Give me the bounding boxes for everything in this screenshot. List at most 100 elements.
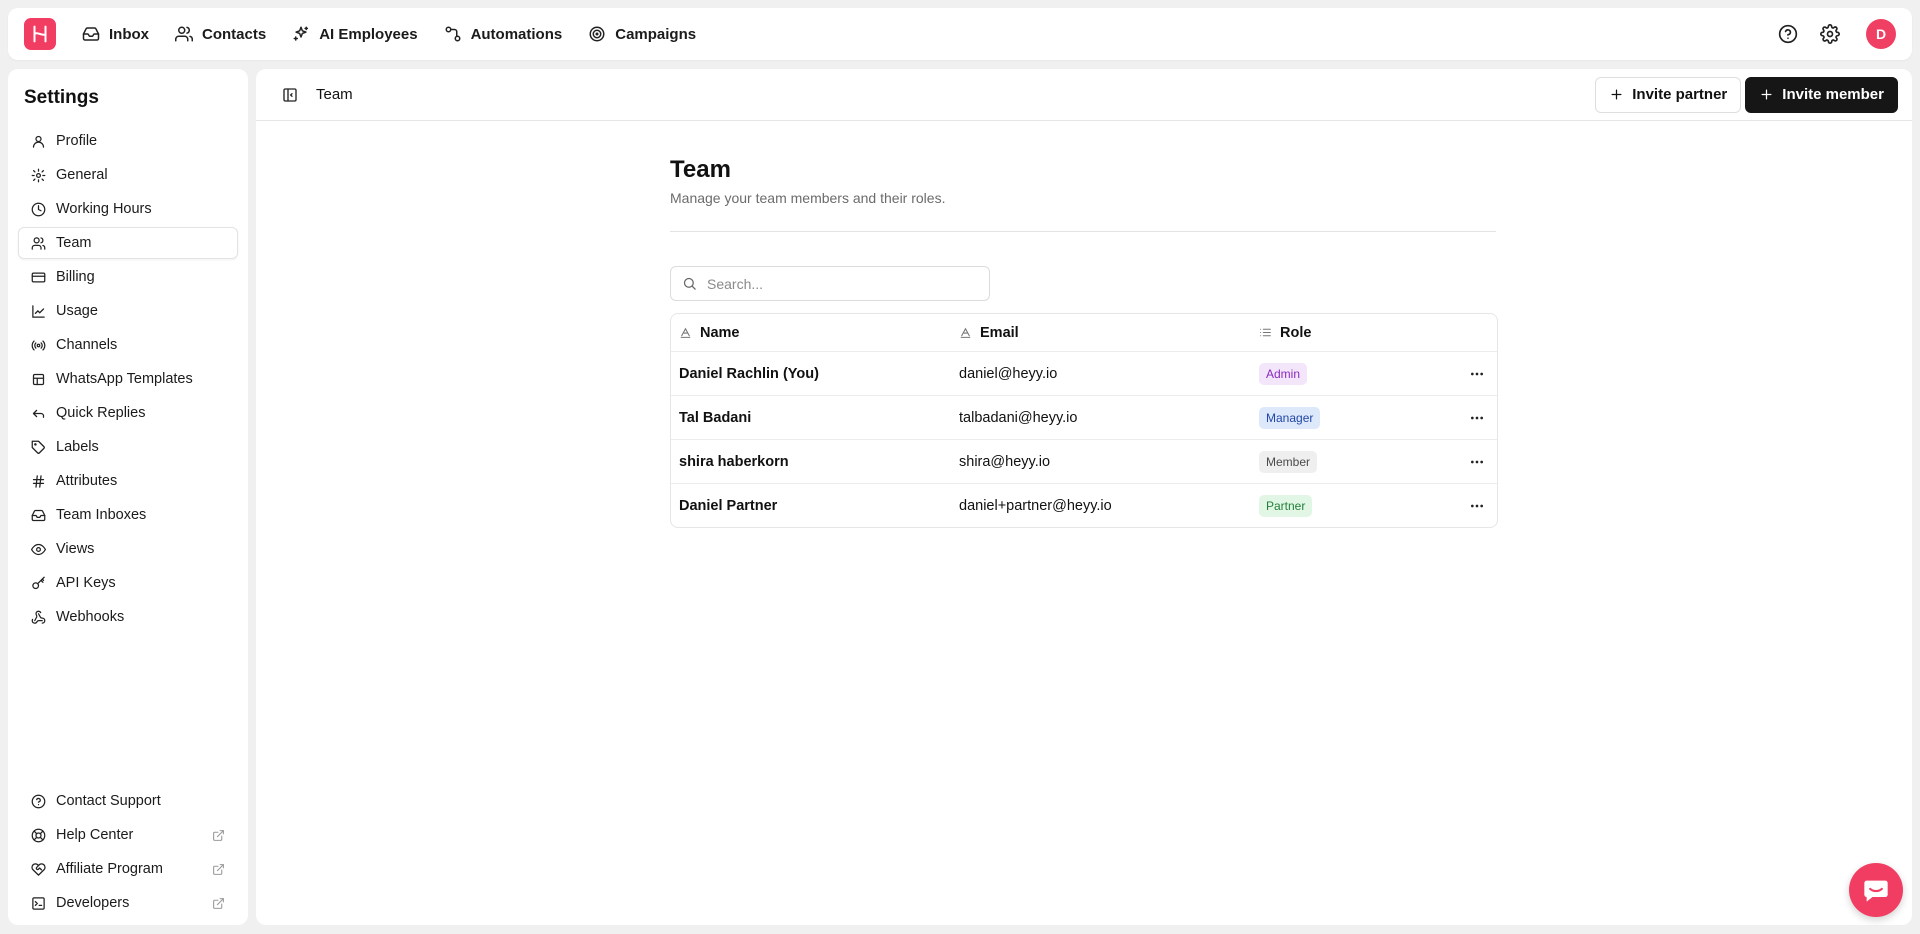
external-link-icon [213,897,224,909]
sparkles-icon [293,26,309,41]
table-row[interactable]: Daniel Rachlin (You) daniel@heyy.io Admi… [671,351,1497,395]
members-table: Name Email Role Daniel Rachlin (You) dan… [670,313,1498,528]
user-avatar[interactable]: D [1866,19,1896,49]
sidebar-item-contact-support[interactable]: Contact Support [18,785,238,817]
sidebar-item-general[interactable]: General [18,159,238,191]
more-horizontal-icon [1471,416,1483,419]
column-label: Name [700,324,740,341]
app-logo[interactable] [24,18,56,50]
gear-icon [31,168,46,182]
sidebar-item-label: Contact Support [56,793,161,809]
breadcrumb-current: Team [316,86,353,103]
row-actions-button[interactable] [1457,366,1497,382]
nav-contacts[interactable]: Contacts [175,25,266,43]
member-name: Tal Badani [679,409,752,426]
help-icon[interactable] [1778,24,1798,44]
row-actions-button[interactable] [1457,410,1497,426]
terminal-icon [32,896,45,910]
divider [670,231,1496,232]
gear-icon[interactable] [1820,24,1840,44]
sidebar-item-affiliate-program[interactable]: Affiliate Program [18,853,238,885]
sidebar-item-views[interactable]: Views [18,533,238,565]
sidebar-item-api-keys[interactable]: API Keys [18,567,238,599]
list-icon [1260,328,1271,337]
member-email: shira@heyy.io [959,453,1051,470]
sidebar-item-channels[interactable]: Channels [18,329,238,361]
template-icon [32,373,45,385]
sidebar-item-billing[interactable]: Billing [18,261,238,293]
search-icon [683,277,696,290]
eye-icon [31,543,46,555]
hash-icon [32,474,45,488]
top-right-actions: D [1778,19,1896,49]
sidebar-item-label: Developers [56,895,130,911]
sidebar-item-label: Team [56,235,92,251]
column-label: Role [1280,324,1312,341]
reply-icon [32,409,45,418]
key-icon [32,576,45,589]
team-content: Team Manage your team members and their … [670,156,1498,528]
more-horizontal-icon [1471,460,1483,463]
chat-icon [1864,880,1888,902]
sidebar-item-label: API Keys [56,575,116,591]
sidebar-toggle-icon[interactable] [282,87,298,103]
sidebar-item-developers[interactable]: Developers [18,887,238,919]
search-input[interactable] [707,275,967,292]
member-name: Daniel Rachlin (You) [679,365,819,382]
sidebar-item-team[interactable]: Team [18,227,238,259]
table-header-row: Name Email Role [671,314,1497,351]
search-box[interactable] [670,266,990,301]
column-header-role[interactable]: Role [1251,325,1457,341]
sidebar-item-webhooks[interactable]: Webhooks [18,601,238,633]
sidebar-item-label: Views [56,541,95,557]
clock-icon [31,202,46,216]
nav-ai-employees[interactable]: AI Employees [292,25,418,43]
text-type-icon [680,327,691,338]
invite-member-button[interactable]: Invite member [1745,76,1898,113]
sidebar-item-label: Labels [56,439,99,455]
table-row[interactable]: Tal Badani talbadani@heyy.io Manager [671,395,1497,439]
invite-member-label: Invite member [1782,86,1884,103]
sidebar-item-profile[interactable]: Profile [18,125,238,157]
top-navigation-bar: Inbox Contacts AI Employees Automations … [8,8,1912,60]
sidebar-item-whatsapp-templates[interactable]: WhatsApp Templates [18,363,238,395]
invite-partner-button[interactable]: Invite partner [1595,76,1742,113]
more-horizontal-icon [1471,372,1483,375]
target-icon [589,26,605,42]
header-actions: Invite partner Invite member [1595,76,1898,113]
sidebar-item-label: Billing [56,269,95,285]
sidebar-item-label: Channels [56,337,118,353]
sidebar-item-label: WhatsApp Templates [56,371,193,387]
more-horizontal-icon [1471,504,1483,507]
table-row[interactable]: Daniel Partner daniel+partner@heyy.io Pa… [671,483,1497,527]
nav-automations[interactable]: Automations [444,25,563,43]
nav-campaigns[interactable]: Campaigns [588,25,696,43]
sidebar-item-team-inboxes[interactable]: Team Inboxes [18,499,238,531]
sidebar-item-label: Help Center [56,827,134,843]
chat-widget-button[interactable] [1849,863,1903,917]
column-label: Email [980,324,1019,341]
sidebar-item-usage[interactable]: Usage [18,295,238,327]
row-actions-button[interactable] [1457,454,1497,470]
sidebar-item-label: Quick Replies [56,405,146,421]
sidebar-item-working-hours[interactable]: Working Hours [18,193,238,225]
sidebar-item-help-center[interactable]: Help Center [18,819,238,851]
external-link-icon [213,863,224,875]
nav-automations-label: Automations [470,25,563,43]
row-actions-button[interactable] [1457,498,1497,514]
sidebar-item-label: Working Hours [56,201,152,217]
column-header-name[interactable]: Name [671,325,951,341]
sidebar-item-labels[interactable]: Labels [18,431,238,463]
inbox-icon [82,27,100,41]
table-row[interactable]: shira haberkorn shira@heyy.io Member [671,439,1497,483]
member-role-cell: Partner [1251,494,1457,517]
help-icon [31,794,46,808]
signal-icon [31,339,46,351]
sidebar-item-attributes[interactable]: Attributes [18,465,238,497]
column-header-email[interactable]: Email [951,325,1251,341]
sidebar-item-quick-replies[interactable]: Quick Replies [18,397,238,429]
member-role-cell: Member [1251,450,1457,473]
sidebar-item-label: General [56,167,108,183]
page-title: Team [670,156,731,183]
nav-inbox[interactable]: Inbox [82,25,149,43]
